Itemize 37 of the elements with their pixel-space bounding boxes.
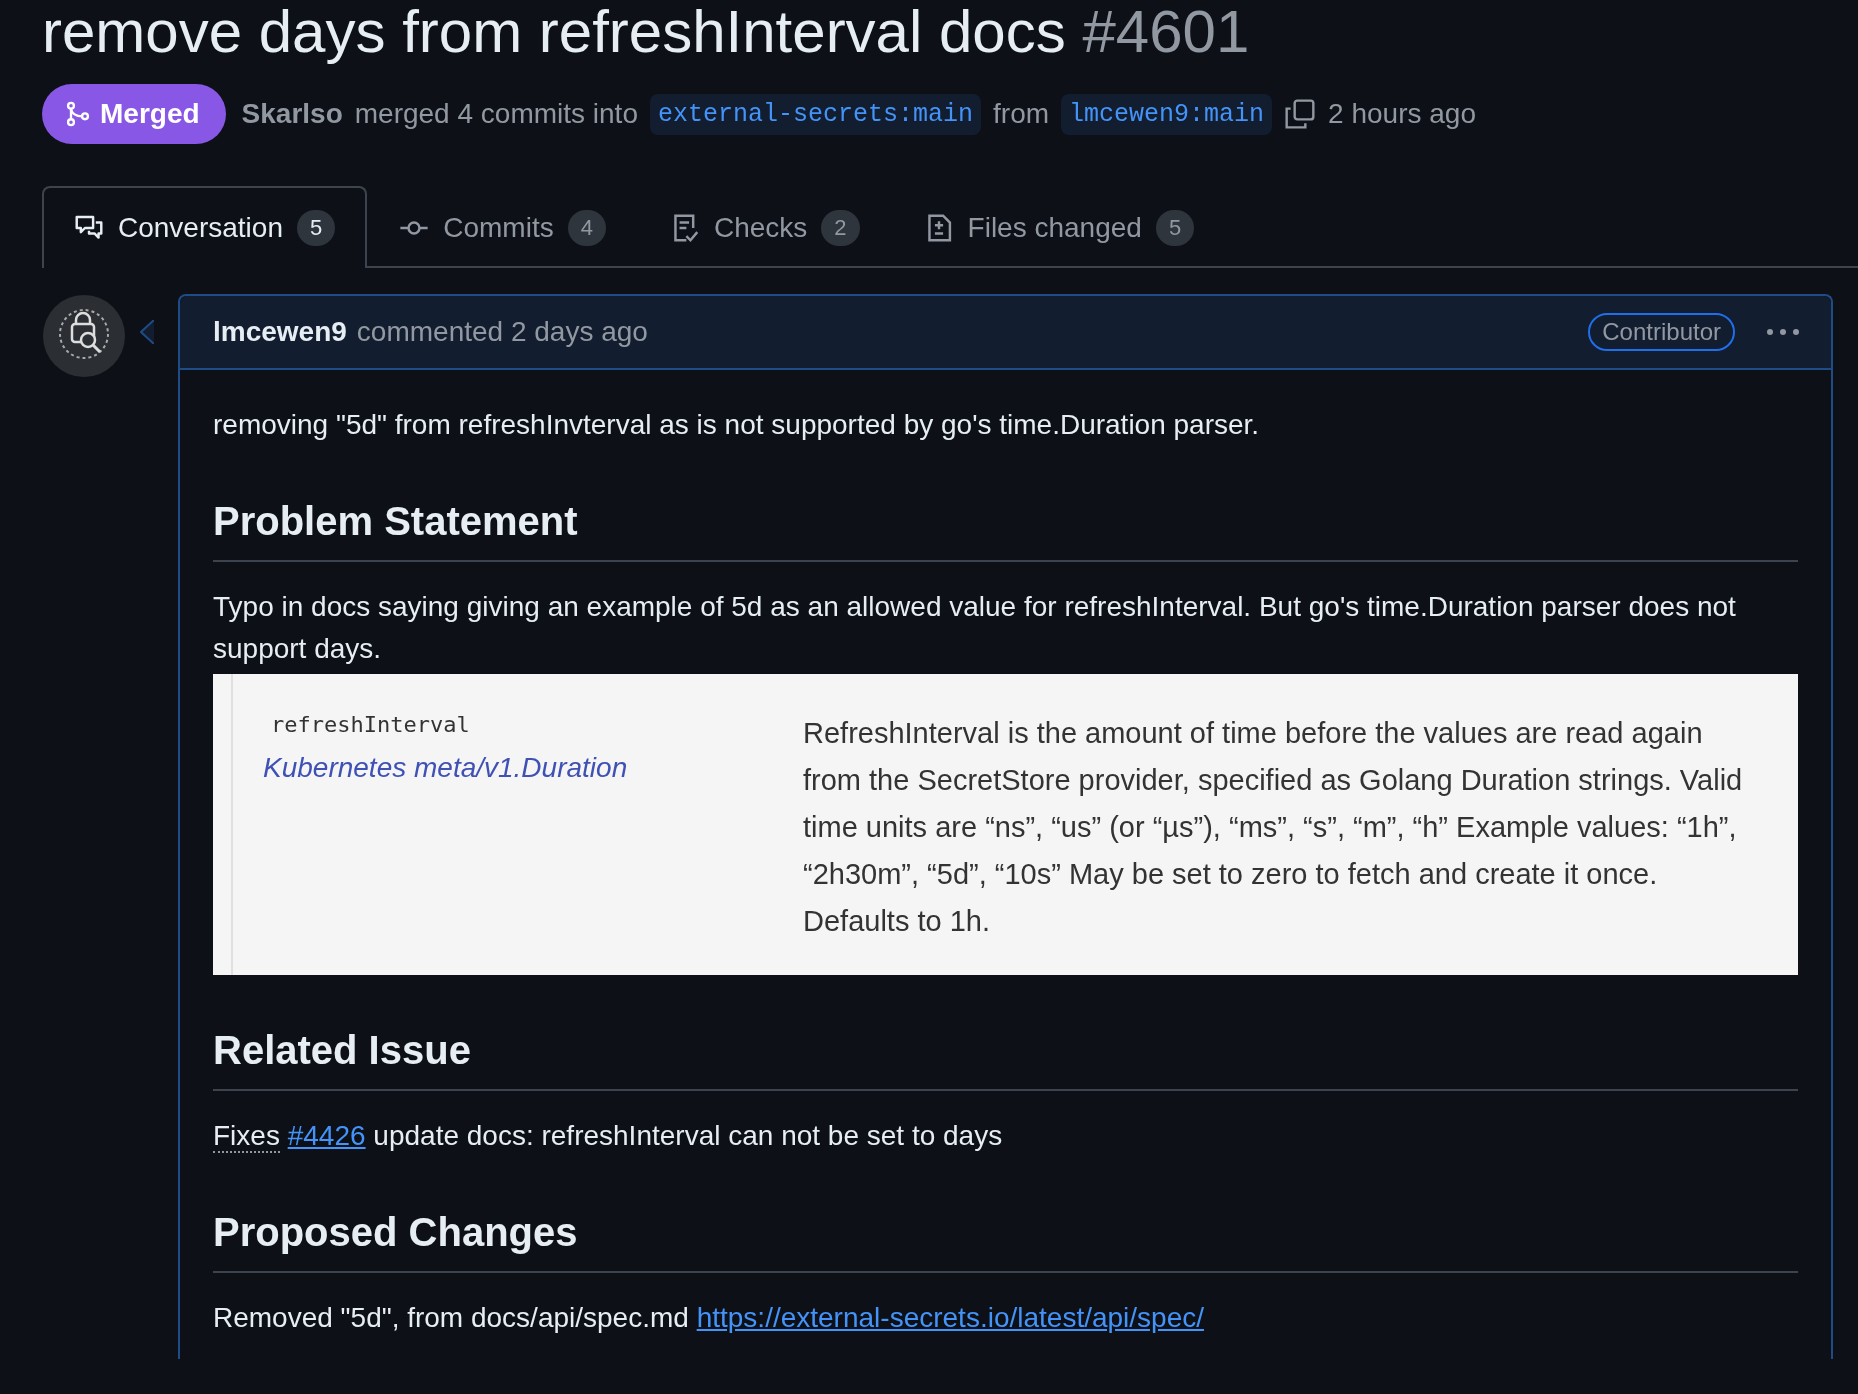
section-heading: Problem Statement <box>213 499 578 543</box>
field-description: RefreshInterval is the amount of time before the values are read again from the SecretStore provider, specified as Golang Duration strings. Valid time units are “ns”, “us” (or “µs”), “ms”, “s”, “m”, “h” Example values: “1h”, “2h30m”, “5d”, “10s” May be set to zero to fetch and create it once. Defaults to 1h. <box>803 716 1744 939</box>
base-branch[interactable]: external-secrets:main <box>649 93 982 135</box>
merge-time: 2 hours ago <box>1328 98 1476 130</box>
section-heading: Proposed Changes <box>213 1210 578 1254</box>
comment-pointer-icon <box>140 320 154 344</box>
comment-paragraph: Removed "5d", from docs/api/spec.md https://external-secrets.io/latest/api/spec/ <box>213 1301 1205 1335</box>
head-branch[interactable]: lmcewen9:main <box>1061 93 1273 135</box>
issue-link[interactable]: #4426 <box>287 1120 366 1151</box>
tab[interactable]: Commits 4 <box>367 186 638 268</box>
commenter-name[interactable]: lmcewen9 <box>213 316 347 348</box>
tab-count: 5 <box>1155 210 1195 246</box>
tab-count: 5 <box>297 210 336 246</box>
tab-count: 2 <box>821 210 860 246</box>
comment-paragraph: removing "5d" from refreshInvterval as is not supported by go's time.Duration parser. <box>213 408 1261 442</box>
section-heading: Related Issue <box>213 1028 471 1072</box>
tab-count: 4 <box>567 210 606 246</box>
type-link[interactable]: Kubernetes meta/v1.Duration <box>263 750 803 786</box>
merged-status-badge: Merged <box>42 84 226 144</box>
avatar-icon[interactable] <box>42 294 126 378</box>
comment-paragraph: Typo in docs saying giving an example of 5d as an allowed value for refreshInterval. But go's time.Duration parser does not support days. <box>213 590 1737 666</box>
merge-text: merged 4 commits into <box>354 98 638 130</box>
field-name: refreshInterval <box>270 711 471 739</box>
copy-icon[interactable] <box>1284 98 1317 130</box>
tab[interactable]: Conversation 5 <box>42 186 368 268</box>
tab[interactable]: Checks 2 <box>637 186 892 268</box>
pr-number: #4601 <box>1082 0 1250 65</box>
comment-paragraph: Fixes #4426 update docs: refreshInterval can not be set to days <box>213 1119 1004 1155</box>
merge-icon <box>64 100 92 128</box>
merger-name[interactable]: Skarlso <box>241 98 343 130</box>
docs-link[interactable]: https://external-secrets.io/latest/api/spec/ <box>696 1302 1204 1333</box>
from-text: from <box>993 98 1050 130</box>
comment-time: commented 2 days ago <box>356 316 648 348</box>
more-options-icon[interactable] <box>1765 327 1801 337</box>
contributor-badge: Contributor <box>1588 313 1735 351</box>
pr-title: remove days from refreshInterval docs <box>42 0 1066 65</box>
tab[interactable]: Files changed 5 <box>891 186 1227 268</box>
